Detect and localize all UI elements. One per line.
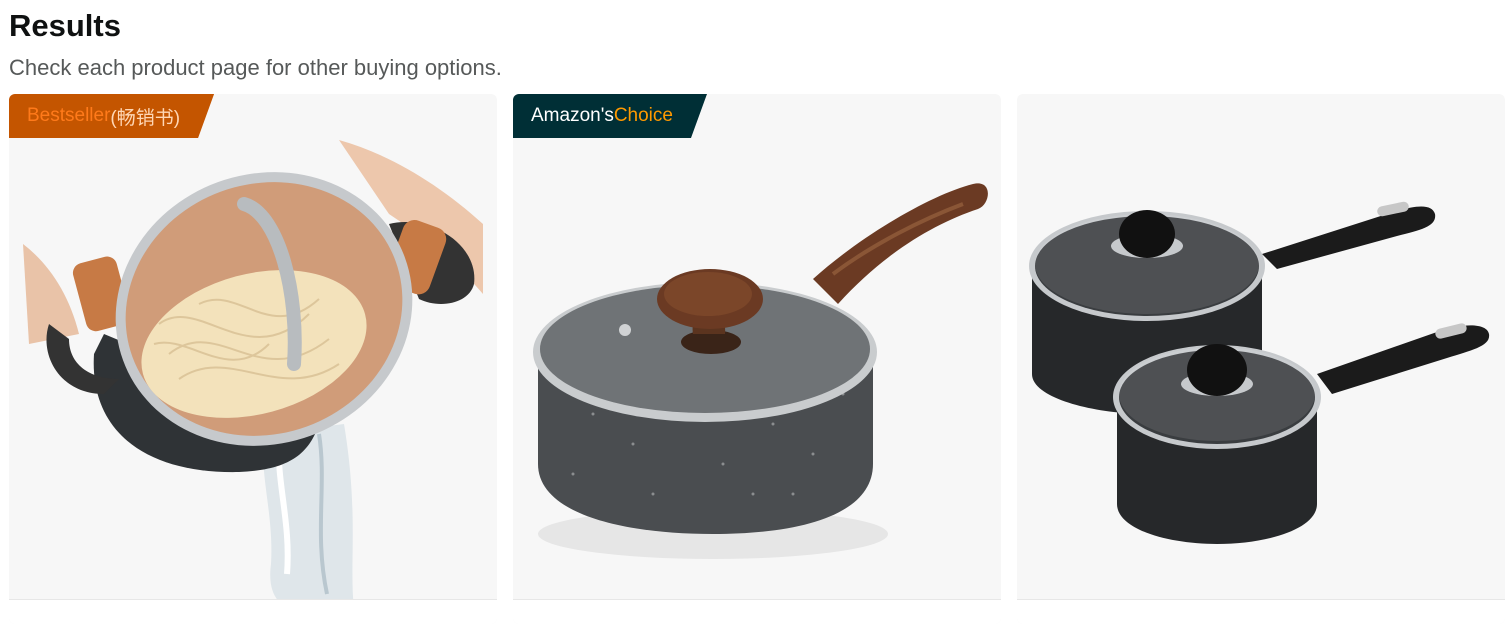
pasta-pot-image[interactable]	[9, 94, 497, 609]
product-card[interactable]	[1017, 94, 1505, 624]
product-card[interactable]: Bestseller (畅销书)	[9, 94, 497, 624]
bestseller-badge: Bestseller (畅销书)	[9, 94, 214, 138]
badge-label: Bestseller	[27, 105, 111, 126]
amazons-choice-badge: Amazon's Choice	[513, 94, 707, 138]
granite-saucepan-image[interactable]	[513, 94, 1001, 609]
badge-label-secondary: (畅销书)	[110, 107, 181, 129]
page-subtitle: Check each product page for other buying…	[9, 55, 502, 80]
results-header: Results Check each product page for othe…	[9, 6, 502, 83]
card-footer	[1017, 599, 1505, 624]
badge-label: Amazon's	[531, 105, 614, 126]
two-saucepans-image[interactable]	[1017, 94, 1505, 609]
badge-label-accent: Choice	[613, 105, 673, 126]
page-title: Results	[9, 8, 121, 43]
product-card[interactable]: Amazon's Choice	[513, 94, 1001, 624]
card-footer	[9, 599, 497, 624]
card-footer	[513, 599, 1001, 624]
